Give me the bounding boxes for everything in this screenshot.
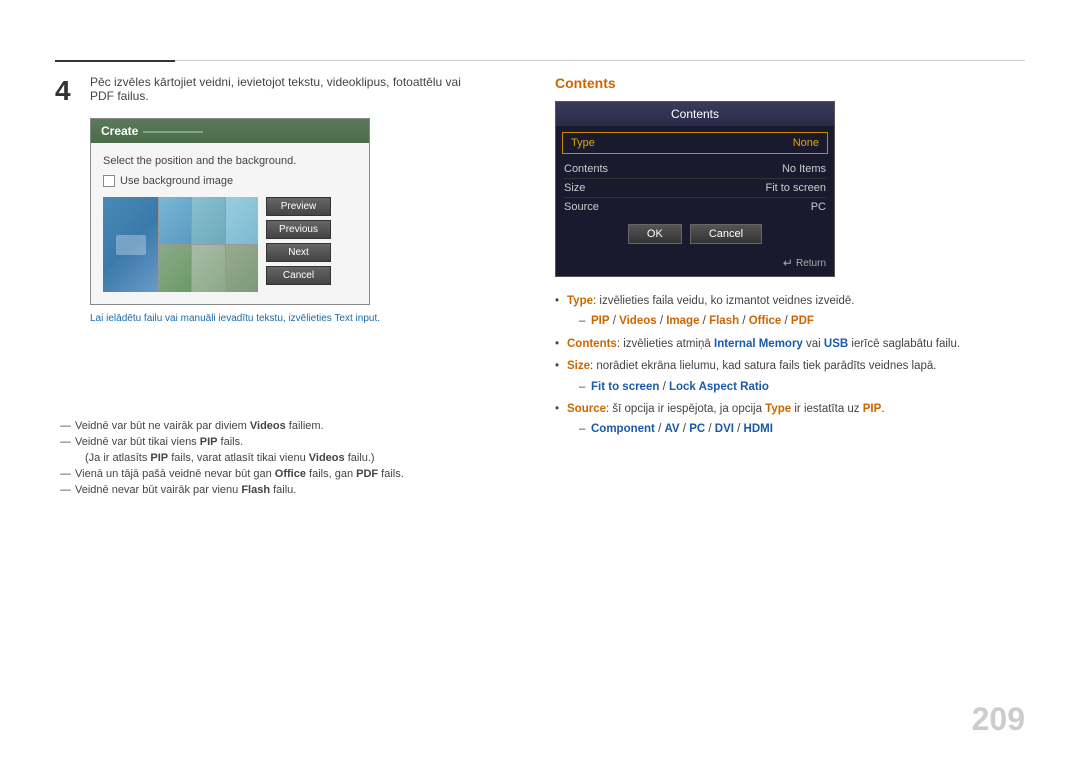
contents-modal: Contents Type None Contents No Items Siz… — [555, 101, 835, 277]
type-sub-item: PIP / Videos / Image / Flash / Office / … — [579, 312, 1035, 330]
create-dialog: Create Select the position and the backg… — [90, 118, 370, 305]
bullet-type: Type: izvēlieties faila veidu, ko izmant… — [555, 292, 1035, 331]
cancel-button[interactable]: Cancel — [266, 266, 331, 285]
type-bold: Type — [567, 295, 593, 307]
thumb-5 — [192, 245, 224, 292]
modal-cancel-button[interactable]: Cancel — [690, 224, 762, 244]
bullet-contents: Contents: izvēlieties atmiņā Internal Me… — [555, 335, 1035, 353]
size-sub-item: Fit to screen / Lock Aspect Ratio — [579, 378, 1035, 396]
modal-buttons: OK Cancel — [556, 216, 834, 252]
top-line — [55, 60, 1025, 61]
data-rows: Contents No Items Size Fit to screen Sou… — [556, 160, 834, 216]
step-text: Pēc izvēles kārtojiet veidni, ievietojot… — [90, 75, 470, 103]
page-number: 209 — [972, 701, 1025, 738]
thumb-1 — [159, 197, 191, 244]
note-1: Veidnē var būt ne vairāk par diviem Vide… — [55, 420, 1025, 432]
data-row-size: Size Fit to screen — [564, 179, 826, 198]
notes-section: Veidnē var būt ne vairāk par diviem Vide… — [55, 420, 1025, 500]
size-sublist: Fit to screen / Lock Aspect Ratio — [567, 378, 1035, 396]
type-label: Type — [571, 137, 595, 149]
checkbox-icon[interactable] — [103, 175, 115, 187]
use-bg-checkbox[interactable]: Use background image — [103, 175, 357, 187]
thumb-6 — [226, 245, 258, 292]
right-section: Contents Contents Type None Contents No … — [555, 75, 1035, 443]
size-bold: Size — [567, 360, 590, 372]
create-dialog-body: Select the position and the background. … — [91, 143, 369, 304]
previous-button[interactable]: Previous — [266, 220, 331, 239]
bullet-size: Size: norādiet ekrāna lielumu, kad satur… — [555, 357, 1035, 396]
checkbox-label: Use background image — [120, 175, 233, 187]
modal-ok-button[interactable]: OK — [628, 224, 682, 244]
thumb-3 — [226, 197, 258, 244]
data-row-source: Source PC — [564, 198, 826, 216]
note-prefix: Lai ielādētu failu vai manuāli ievadītu … — [90, 313, 332, 324]
contents-modal-title: Contents — [556, 102, 834, 126]
buttons-column: Preview Previous Next Cancel — [266, 197, 331, 292]
note-3: Vienā un tājā pašā veidnē nevar būt gan … — [55, 468, 1025, 480]
return-label: Return — [796, 258, 826, 269]
left-section: Pēc izvēles kārtojiet veidni, ievietojot… — [90, 75, 470, 324]
modal-return: ↵ Return — [556, 252, 834, 276]
create-dialog-title: Create — [91, 119, 369, 143]
thumb-4 — [159, 245, 191, 292]
data-row-contents: Contents No Items — [564, 160, 826, 179]
contents-heading: Contents — [555, 75, 1035, 91]
dialog-note: Lai ielādētu failu vai manuāli ievadītu … — [90, 313, 470, 324]
note-2-sub: (Ja ir atlasīts PIP fails, varat atlasīt… — [55, 452, 1025, 464]
step-number: 4 — [55, 75, 71, 107]
return-arrow-icon: ↵ — [783, 256, 793, 270]
note-2: Veidnē var būt tikai viens PIP fails. — [55, 436, 1025, 448]
source-bold: Source — [567, 403, 606, 415]
type-row: Type None — [562, 132, 828, 154]
top-line-accent — [55, 60, 175, 62]
type-value: None — [793, 137, 819, 149]
dialog-content-area: Preview Previous Next Cancel — [103, 197, 357, 292]
next-button[interactable]: Next — [266, 243, 331, 262]
note-suffix: . — [377, 313, 380, 324]
contents-modal-body: Type None Contents No Items Size Fit to … — [556, 132, 834, 276]
create-dialog-label: Select the position and the background. — [103, 155, 357, 167]
image-grid-area — [103, 197, 258, 292]
preview-button[interactable]: Preview — [266, 197, 331, 216]
thumb-2 — [192, 197, 224, 244]
main-image — [103, 197, 158, 292]
note-4: Veidnē nevar būt vairāk par vienu Flash … — [55, 484, 1025, 496]
type-sublist: PIP / Videos / Image / Flash / Office / … — [567, 312, 1035, 330]
bullet-list: Type: izvēlieties faila veidu, ko izmant… — [555, 292, 1035, 439]
contents-bold: Contents — [567, 338, 617, 350]
text-input-link[interactable]: Text input — [334, 313, 377, 324]
